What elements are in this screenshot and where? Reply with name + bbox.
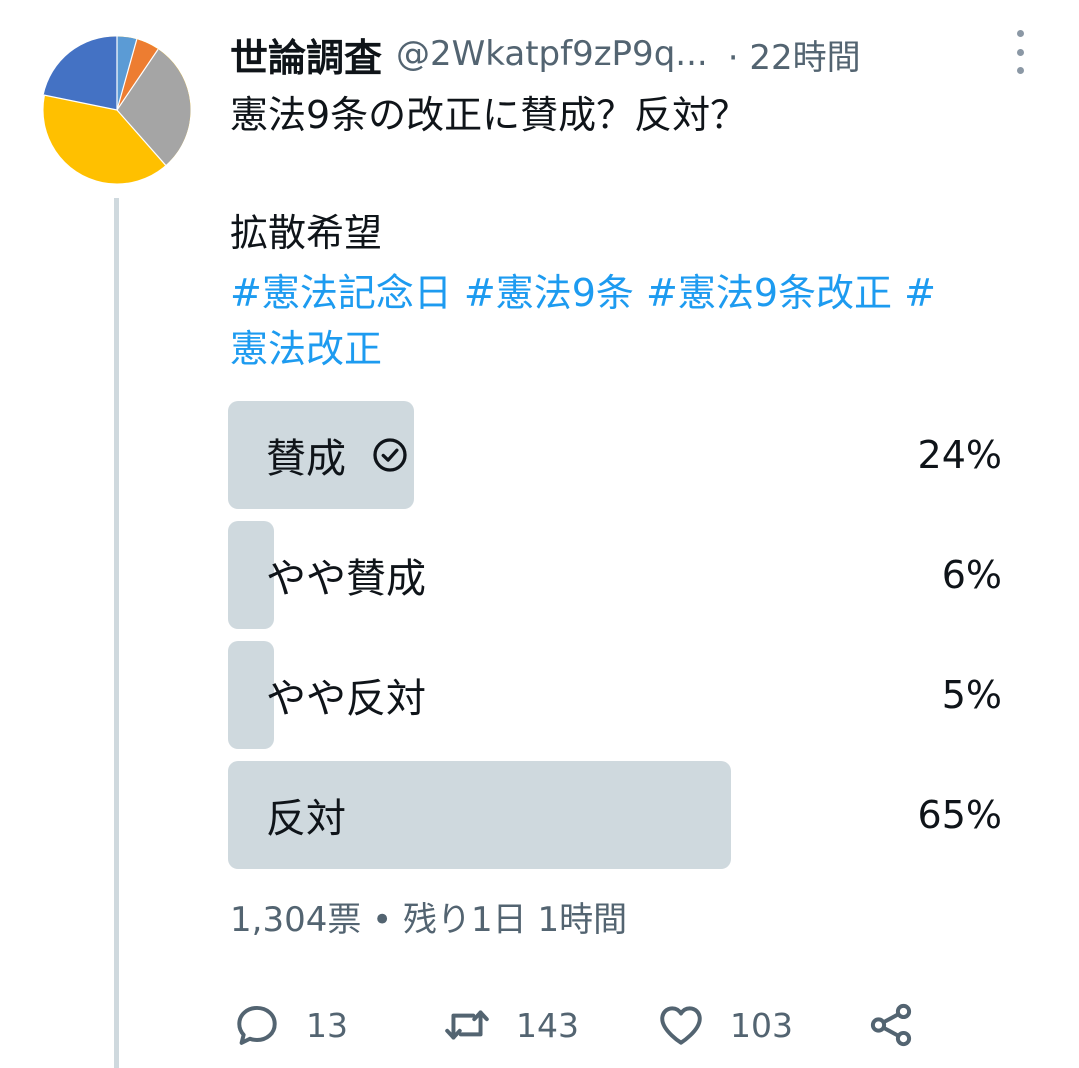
poll-option-1: 賛成 24% bbox=[228, 401, 1002, 509]
poll-meta: 1,304票 • 残り1日 1時間 bbox=[230, 900, 628, 940]
reply-button[interactable]: 13 bbox=[232, 998, 348, 1052]
hashtags-line1[interactable]: #憲法記念日 #憲法9条 #憲法9条改正 # bbox=[230, 266, 936, 320]
poll-option-3: やや反対 5% bbox=[228, 641, 1002, 749]
poll-option-percent: 65% bbox=[917, 793, 1002, 837]
poll-option-4: 反対 65% bbox=[228, 761, 1002, 869]
poll-option-label: 賛成 bbox=[266, 436, 346, 482]
more-icon[interactable] bbox=[1013, 30, 1027, 74]
hashtags-line2[interactable]: 憲法改正 bbox=[230, 322, 382, 376]
retweet-count: 143 bbox=[516, 1005, 579, 1045]
tweet-text-line1: 憲法9条の改正に賛成？反対？ bbox=[230, 93, 749, 137]
thread-line bbox=[114, 198, 119, 1068]
avatar[interactable] bbox=[42, 35, 192, 185]
tweet-header: 世論調査 @2Wkatpf9zP9q... · 22時間 bbox=[230, 28, 861, 80]
poll-option-label: やや反対 bbox=[266, 676, 426, 722]
poll-option-2: やや賛成 6% bbox=[228, 521, 1002, 629]
retweet-button[interactable]: 143 bbox=[442, 998, 579, 1052]
check-circle-icon bbox=[373, 438, 407, 472]
like-count: 103 bbox=[730, 1005, 793, 1045]
share-icon bbox=[870, 1003, 912, 1047]
retweet-icon bbox=[445, 1010, 489, 1040]
poll-option-percent: 5% bbox=[941, 673, 1002, 717]
poll-option-label: やや賛成 bbox=[266, 556, 426, 602]
heart-icon bbox=[660, 1006, 702, 1045]
reply-count: 13 bbox=[306, 1005, 348, 1045]
poll-option-percent: 6% bbox=[941, 553, 1002, 597]
poll-option-percent: 24% bbox=[917, 433, 1002, 477]
user-handle[interactable]: @2Wkatpf9zP9q... bbox=[396, 34, 708, 74]
poll-option-label: 反対 bbox=[266, 796, 346, 842]
reply-icon bbox=[237, 1005, 277, 1045]
display-name[interactable]: 世論調査 bbox=[230, 27, 382, 82]
timestamp[interactable]: · 22時間 bbox=[728, 30, 861, 79]
like-button[interactable]: 103 bbox=[656, 998, 793, 1052]
tweet-text-line2: 拡散希望 bbox=[230, 211, 383, 255]
share-button[interactable] bbox=[866, 998, 916, 1052]
